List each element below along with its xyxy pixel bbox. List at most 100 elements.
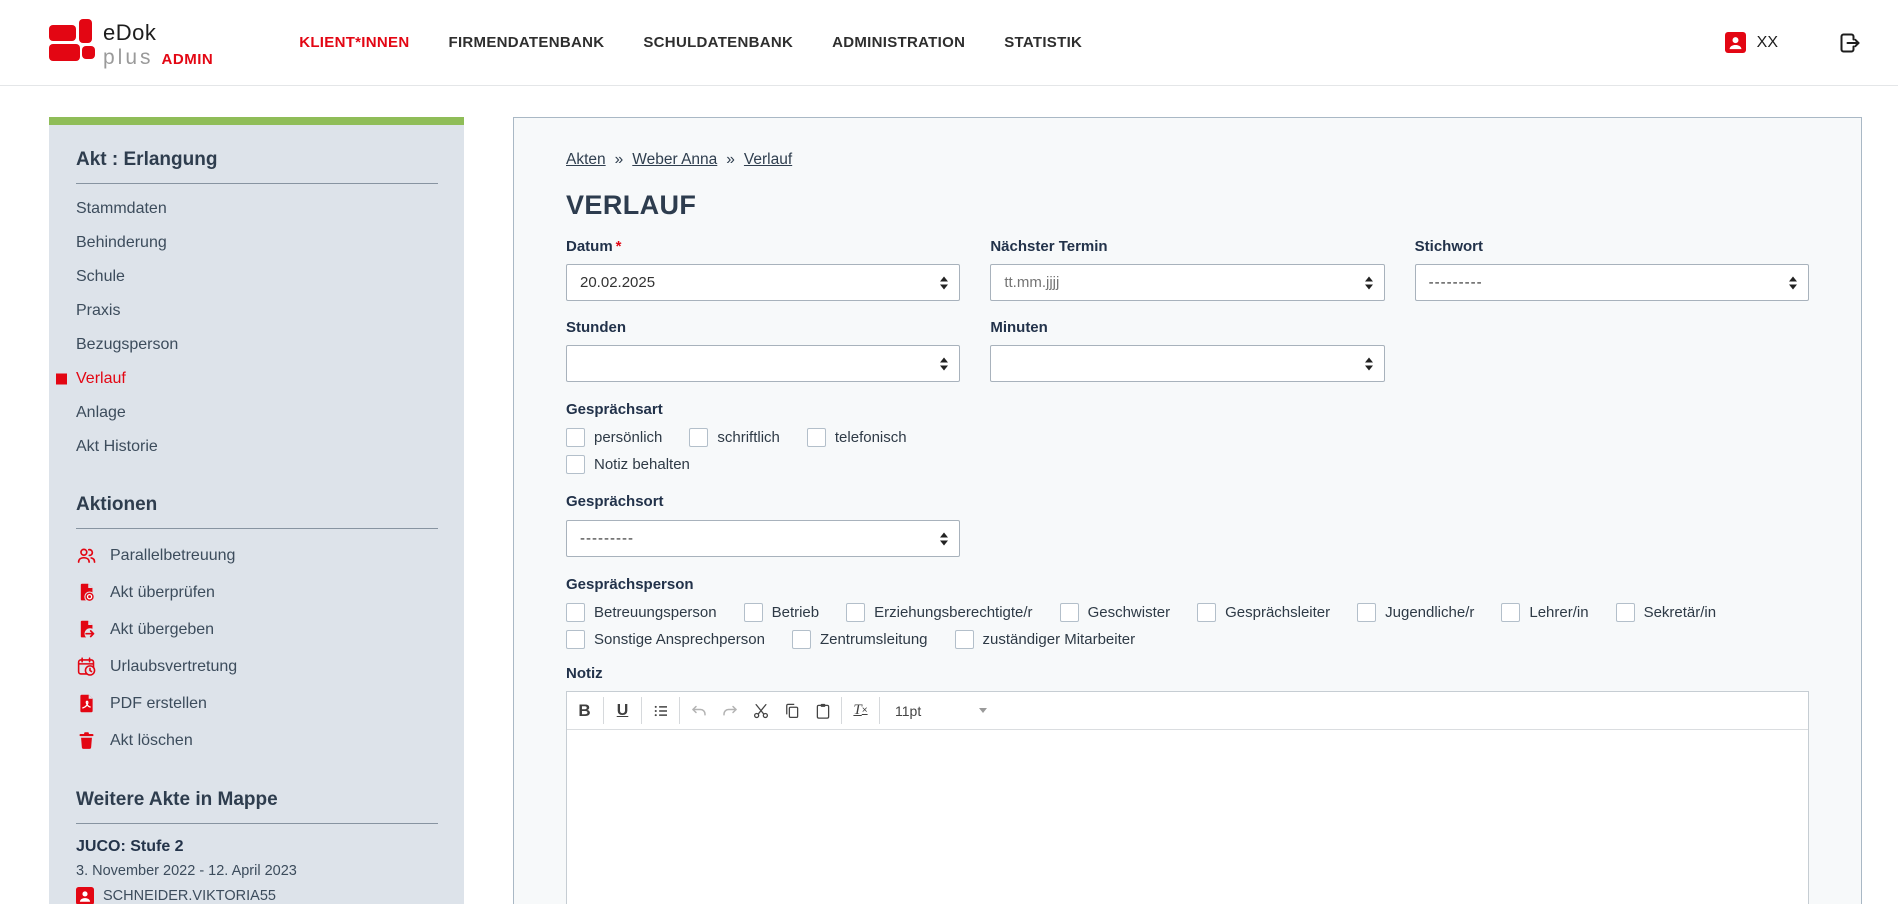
action-urlaubsvertretung[interactable]: Urlaubsvertretung bbox=[49, 648, 438, 685]
page-title: VERLAUF bbox=[566, 190, 1809, 221]
action-akt-uebergeben[interactable]: Akt übergeben bbox=[49, 611, 438, 648]
logout-button[interactable] bbox=[1838, 31, 1862, 55]
checkbox-schriftlich[interactable]: schriftlich bbox=[689, 428, 780, 447]
checkbox-zustaendiger-mitarbeiter[interactable]: zuständiger Mitarbeiter bbox=[955, 630, 1136, 649]
stunden-label: Stunden bbox=[566, 319, 960, 336]
sidebar-item-bezugsperson[interactable]: Bezugsperson bbox=[49, 328, 438, 362]
trash-icon bbox=[76, 730, 97, 751]
breadcrumb-akten[interactable]: Akten bbox=[566, 151, 606, 169]
logout-icon bbox=[1838, 31, 1862, 55]
logo-blocks-icon bbox=[49, 18, 95, 64]
required-asterisk: * bbox=[616, 238, 622, 255]
main-panel: Akten » Weber Anna » Verlauf VERLAUF Dat… bbox=[513, 117, 1862, 904]
undo-button[interactable] bbox=[683, 692, 714, 729]
spinner-arrows-icon[interactable] bbox=[1365, 276, 1373, 289]
redo-button[interactable] bbox=[714, 692, 745, 729]
sidebar-item-schule[interactable]: Schule bbox=[49, 260, 438, 294]
sidebar-item-verlauf[interactable]: Verlauf bbox=[49, 362, 438, 396]
checkbox-icon[interactable] bbox=[807, 428, 826, 447]
spinner-arrows-icon[interactable] bbox=[1789, 276, 1797, 289]
spinner-arrows-icon[interactable] bbox=[940, 276, 948, 289]
checkbox-telefonisch[interactable]: telefonisch bbox=[807, 428, 907, 447]
notiz-text-area[interactable] bbox=[567, 730, 1808, 904]
copy-button[interactable] bbox=[776, 692, 807, 729]
nav-item-schuldatenbank[interactable]: SCHULDATENBANK bbox=[643, 34, 793, 51]
chevron-down-icon bbox=[979, 708, 987, 713]
checkbox-icon[interactable] bbox=[689, 428, 708, 447]
checkbox-icon[interactable] bbox=[1501, 603, 1520, 622]
minuten-select[interactable] bbox=[990, 345, 1384, 382]
checkbox-icon[interactable] bbox=[846, 603, 865, 622]
checkbox-zentrumsleitung[interactable]: Zentrumsleitung bbox=[792, 630, 928, 649]
checkbox-icon[interactable] bbox=[566, 630, 585, 649]
checkbox-icon[interactable] bbox=[792, 630, 811, 649]
checkbox-icon[interactable] bbox=[1616, 603, 1635, 622]
checkbox-icon[interactable] bbox=[1357, 603, 1376, 622]
sidebar-item-akt-historie[interactable]: Akt Historie bbox=[49, 430, 438, 464]
checkbox-icon[interactable] bbox=[566, 455, 585, 474]
mappe-user: SCHNEIDER.VIKTORIA55 bbox=[103, 888, 276, 904]
checkbox-betreuungsperson[interactable]: Betreuungsperson bbox=[566, 603, 717, 622]
action-akt-loeschen[interactable]: Akt löschen bbox=[49, 722, 438, 759]
checkbox-notiz-behalten[interactable]: Notiz behalten bbox=[566, 455, 1086, 474]
checkbox-icon[interactable] bbox=[1197, 603, 1216, 622]
checkbox-erziehungsberechtigte[interactable]: Erziehungsberechtigte/r bbox=[846, 603, 1032, 622]
nav-item-administration[interactable]: ADMINISTRATION bbox=[832, 34, 965, 51]
nav-item-statistik[interactable]: STATISTIK bbox=[1004, 34, 1082, 51]
checkbox-icon[interactable] bbox=[566, 603, 585, 622]
datum-input-field[interactable] bbox=[567, 265, 959, 300]
termin-input-field[interactable] bbox=[991, 265, 1383, 300]
underline-button[interactable]: U bbox=[607, 692, 638, 729]
checkbox-icon[interactable] bbox=[955, 630, 974, 649]
action-pdf-erstellen[interactable]: PDF erstellen bbox=[49, 685, 438, 722]
checkbox-persoenlich[interactable]: persönlich bbox=[566, 428, 662, 447]
gespraechsart-label: Gesprächsart bbox=[566, 401, 1809, 418]
gespraechsort-select[interactable]: --------- bbox=[566, 520, 960, 557]
clear-format-button[interactable]: T× bbox=[845, 692, 876, 729]
stunden-select[interactable] bbox=[566, 345, 960, 382]
checkbox-icon[interactable] bbox=[1060, 603, 1079, 622]
document-forward-icon bbox=[76, 619, 97, 640]
nav-item-firmendatenbank[interactable]: FIRMENDATENBANK bbox=[448, 34, 604, 51]
sidebar-item-anlage[interactable]: Anlage bbox=[49, 396, 438, 430]
user-initials: XX bbox=[1757, 34, 1778, 52]
sidebar-mappe-title: Weitere Akte in Mappe bbox=[76, 789, 438, 824]
checkbox-sekretaer[interactable]: Sekretär/in bbox=[1616, 603, 1717, 622]
action-akt-ueberpruefen[interactable]: Akt überprüfen bbox=[49, 574, 438, 611]
bold-button[interactable]: B bbox=[569, 692, 600, 729]
spinner-arrows-icon[interactable] bbox=[940, 532, 948, 545]
checkbox-icon[interactable] bbox=[744, 603, 763, 622]
breadcrumb-verlauf[interactable]: Verlauf bbox=[744, 151, 792, 169]
sidebar-item-behinderung[interactable]: Behinderung bbox=[49, 226, 438, 260]
bullet-list-button[interactable] bbox=[645, 692, 676, 729]
mappe-entry[interactable]: JUCO: Stufe 2 3. November 2022 - 12. Apr… bbox=[76, 838, 438, 904]
breadcrumb-weber-anna[interactable]: Weber Anna bbox=[632, 151, 717, 169]
sidebar-item-praxis[interactable]: Praxis bbox=[49, 294, 438, 328]
datum-input[interactable] bbox=[566, 264, 960, 301]
cut-button[interactable] bbox=[745, 692, 776, 729]
user-menu[interactable]: XX bbox=[1725, 32, 1778, 53]
copy-icon bbox=[783, 702, 801, 720]
font-size-dropdown[interactable]: 11pt bbox=[883, 692, 999, 729]
checkbox-sonstige-ansprechperson[interactable]: Sonstige Ansprechperson bbox=[566, 630, 765, 649]
checkbox-gespraechsleiter[interactable]: Gesprächsleiter bbox=[1197, 603, 1330, 622]
checkbox-geschwister[interactable]: Geschwister bbox=[1060, 603, 1171, 622]
undo-icon bbox=[690, 702, 708, 720]
datum-label: Datum* bbox=[566, 238, 960, 255]
checkbox-jugendliche[interactable]: Jugendliche/r bbox=[1357, 603, 1474, 622]
gespraechsperson-label: Gesprächsperson bbox=[566, 576, 1809, 593]
spinner-arrows-icon[interactable] bbox=[940, 357, 948, 370]
paste-button[interactable] bbox=[807, 692, 838, 729]
action-parallelbetreuung[interactable]: Parallelbetreuung bbox=[49, 537, 438, 574]
nav-item-klientinnen[interactable]: KLIENT*INNEN bbox=[299, 34, 409, 51]
stichwort-select[interactable]: --------- bbox=[1415, 264, 1809, 301]
checkbox-betrieb[interactable]: Betrieb bbox=[744, 603, 820, 622]
minuten-label: Minuten bbox=[990, 319, 1384, 336]
sidebar-title: Akt : Erlangung bbox=[76, 149, 438, 184]
spinner-arrows-icon[interactable] bbox=[1365, 357, 1373, 370]
checkbox-icon[interactable] bbox=[566, 428, 585, 447]
sidebar-item-stammdaten[interactable]: Stammdaten bbox=[49, 192, 438, 226]
termin-input[interactable] bbox=[990, 264, 1384, 301]
calendar-clock-icon bbox=[76, 656, 97, 677]
checkbox-lehrer[interactable]: Lehrer/in bbox=[1501, 603, 1588, 622]
